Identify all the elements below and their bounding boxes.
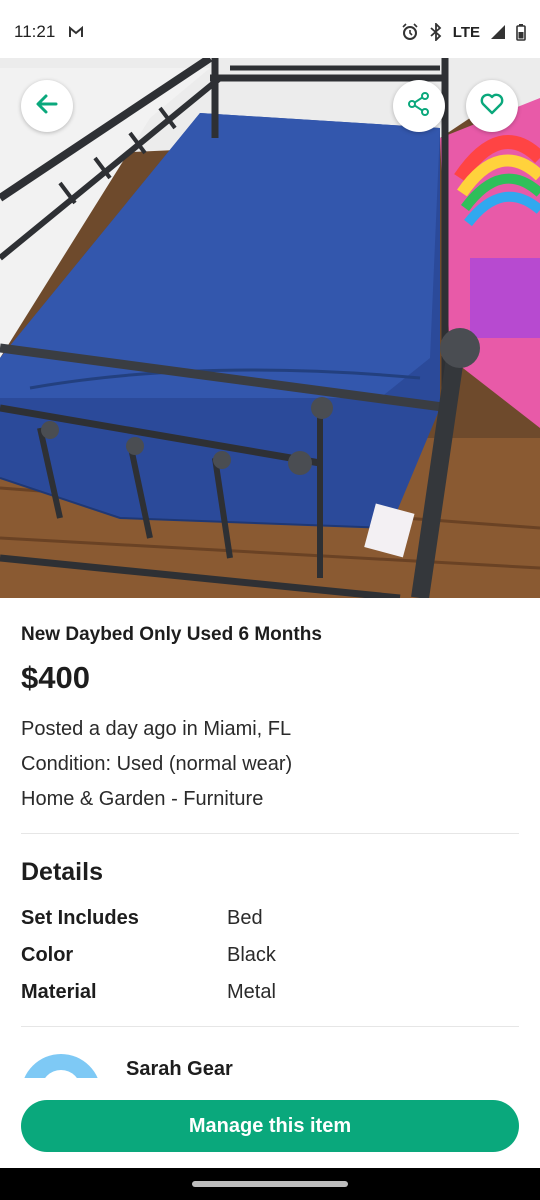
details-value: Black xyxy=(227,944,276,966)
listing-posted: Posted a day ago in Miami, FL xyxy=(21,718,292,740)
status-time: 11:21 xyxy=(14,22,56,41)
details-row-set-includes: Set Includes Bed xyxy=(21,907,519,930)
details-label: Material xyxy=(21,981,97,1003)
details-label: Color xyxy=(21,944,74,966)
divider xyxy=(21,833,519,834)
details-value: Bed xyxy=(227,907,263,929)
manage-item-button[interactable]: Manage this item xyxy=(21,1100,519,1152)
divider xyxy=(21,1026,519,1027)
listing-photo[interactable] xyxy=(0,58,540,598)
details-heading: Details xyxy=(21,858,103,886)
battery-icon xyxy=(516,23,526,41)
status-bar: 11:21 LTE xyxy=(0,0,540,64)
network-type: LTE xyxy=(452,23,480,41)
share-button[interactable] xyxy=(393,80,445,132)
listing-title: New Daybed Only Used 6 Months xyxy=(21,624,322,645)
share-icon xyxy=(406,91,432,122)
gmail-icon xyxy=(69,26,84,38)
details-value: Metal xyxy=(227,981,276,1003)
bluetooth-icon xyxy=(429,23,443,41)
alarm-icon xyxy=(401,23,419,41)
bottom-action-bar: Manage this item xyxy=(0,1078,540,1168)
details-row-material: Material Metal xyxy=(21,981,519,1004)
details-label: Set Includes xyxy=(21,907,139,929)
listing-price: $400 xyxy=(21,660,90,695)
heart-icon xyxy=(479,91,505,122)
details-row-color: Color Black xyxy=(21,944,519,967)
home-gesture-handle[interactable] xyxy=(192,1181,348,1187)
listing-content: New Daybed Only Used 6 Months $400 Poste… xyxy=(0,598,540,1027)
arrow-left-icon xyxy=(34,91,60,122)
signal-icon xyxy=(490,24,506,40)
listing-category[interactable]: Home & Garden - Furniture xyxy=(21,788,519,811)
back-button[interactable] xyxy=(21,80,73,132)
listing-condition: Condition: Used (normal wear) xyxy=(21,753,293,775)
system-nav-bar xyxy=(0,1168,540,1200)
favorite-button[interactable] xyxy=(466,80,518,132)
